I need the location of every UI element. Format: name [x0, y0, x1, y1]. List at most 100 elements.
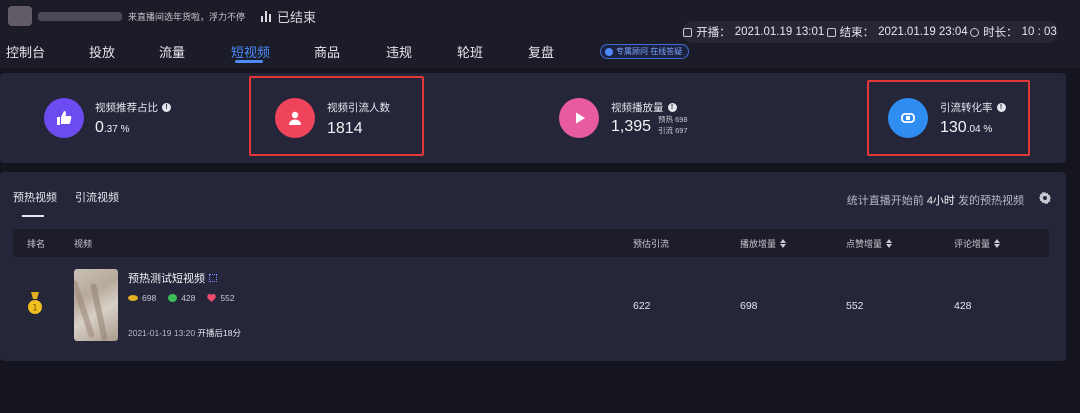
- comments-count: 428: [181, 293, 196, 303]
- start-time: 2021.01.19 13:01: [734, 26, 825, 38]
- clock-icon: [970, 27, 980, 37]
- top-bar: 来直播间选年货啦，浮力不停 已结束 开播： 2021.01.19 13:01 结束…: [0, 0, 1080, 68]
- avatar[interactable]: [8, 6, 32, 26]
- metric-recommend-ratio: 视频推荐占比! 0.37 %: [0, 73, 240, 163]
- start-time-segment: 开播： 2021.01.19 13:01: [683, 24, 824, 40]
- room-title: 来直播间选年货啦，浮力不停: [128, 11, 246, 22]
- metric-video-plays: 视频播放量! 1,395 预热 698 引流 697: [540, 73, 780, 163]
- consultant-label: 专属顾问 在线答疑: [616, 47, 683, 56]
- metric-title: 视频推荐占比!: [95, 100, 171, 115]
- likes-count: 552: [220, 293, 235, 303]
- tab-shifts[interactable]: 轮班: [457, 42, 483, 61]
- column-header-play-increase[interactable]: 播放增量: [740, 237, 787, 250]
- tab-traffic[interactable]: 流量: [159, 42, 185, 61]
- consultant-icon: [605, 47, 613, 56]
- sort-icon[interactable]: [994, 239, 1001, 248]
- info-icon[interactable]: !: [162, 103, 171, 112]
- column-label: 播放增量: [740, 239, 777, 249]
- stat-window: 4小时: [926, 195, 955, 207]
- sort-icon[interactable]: [780, 239, 787, 248]
- stat-scope-note: 统计直播开始前 4小时 发的预热视频: [847, 192, 1024, 208]
- tab-console[interactable]: 控制台: [6, 42, 45, 61]
- metric-title-text: 视频播放量: [611, 102, 664, 114]
- metric-sub-preheat: 预热 698: [658, 115, 688, 124]
- tab-review[interactable]: 复盘: [528, 42, 554, 61]
- column-header-comment-increase[interactable]: 评论增量: [954, 237, 1001, 250]
- column-label: 视频: [74, 239, 93, 249]
- active-tab-indicator: [235, 60, 263, 63]
- table-header: 排名 视频 预估引流 播放增量 点赞增量 评论增量: [13, 229, 1049, 257]
- info-icon[interactable]: !: [667, 103, 677, 112]
- metric-sub-traffic: 引流 697: [658, 126, 688, 135]
- metric-value-main: 0: [95, 119, 104, 136]
- live-status-label: 已结束: [277, 9, 317, 25]
- like-increase-value: 552: [846, 300, 864, 312]
- video-title-text: 预热测试短视频: [128, 273, 205, 285]
- thumbs-up-icon: [44, 98, 84, 138]
- column-header-video: 视频: [74, 237, 92, 250]
- calendar-icon: [826, 27, 836, 37]
- duration-value: 10 : 03: [1021, 26, 1057, 38]
- column-label: 评论增量: [954, 239, 991, 249]
- highlight-box-conversion-rate: [867, 80, 1030, 156]
- metric-value: 0.37 %: [95, 119, 129, 137]
- metric-title-text: 视频推荐占比: [95, 102, 158, 114]
- comment-increase-value: 428: [954, 300, 972, 312]
- sort-icon[interactable]: [886, 239, 893, 248]
- column-header-rank: 排名: [27, 237, 45, 250]
- publish-time: 2021-01-19 13:20: [128, 328, 196, 338]
- tab-violations[interactable]: 违规: [386, 42, 412, 61]
- tab-short-video[interactable]: 短视频: [231, 42, 270, 61]
- play-icon: [559, 98, 599, 138]
- est-traffic-value: 622: [633, 300, 651, 312]
- column-header-est-traffic: 预估引流: [633, 237, 669, 250]
- views-stat: 698: [128, 293, 156, 303]
- likes-stat: 552: [207, 293, 235, 303]
- publish-info: 2021-01-19 13:20 开播后18分: [128, 327, 241, 339]
- metric-sub-breakdown: 预热 698 引流 697: [658, 114, 688, 136]
- metric-value-main: 1,395: [611, 118, 652, 135]
- views-count: 698: [142, 293, 157, 303]
- column-label: 排名: [27, 239, 46, 249]
- main-nav: 控制台 投放 流量 短视频 商品 违规 轮班 复盘: [0, 42, 700, 62]
- video-thumbnail[interactable]: [74, 269, 118, 341]
- live-status: 已结束: [261, 7, 316, 26]
- video-title[interactable]: 预热测试短视频: [128, 270, 217, 286]
- gold-medal-icon: 1: [28, 292, 42, 314]
- tab-ads[interactable]: 投放: [89, 42, 115, 61]
- metrics-panel: 视频推荐占比! 0.37 % 视频引流人数 1814 视频播放量! 1,395 …: [0, 73, 1066, 163]
- comments-stat: 428: [168, 293, 195, 303]
- consultant-button[interactable]: 专属顾问 在线答疑: [600, 44, 690, 59]
- tab-traffic-video[interactable]: 引流视频: [75, 189, 119, 205]
- duration-segment: 时长： 10 : 03: [970, 24, 1057, 40]
- tab-products[interactable]: 商品: [314, 42, 340, 61]
- metric-value-decimal: .37 %: [103, 124, 130, 135]
- qr-code-icon[interactable]: [209, 274, 217, 282]
- calendar-icon: [683, 27, 693, 37]
- end-label: 结束：: [839, 27, 875, 39]
- tab-preheat-video[interactable]: 预热视频: [13, 189, 57, 205]
- start-label: 开播：: [696, 27, 731, 39]
- end-time-segment: 结束： 2021.01.19 23:04: [826, 24, 968, 40]
- column-label: 预估引流: [633, 239, 670, 249]
- end-time: 2021.01.19 23:04: [878, 26, 968, 38]
- bar-chart-icon: [261, 10, 272, 22]
- publish-note: 开播后18分: [197, 328, 241, 338]
- videos-panel: 预热视频 引流视频 统计直播开始前 4小时 发的预热视频 排名 视频 预估引流 …: [0, 172, 1066, 361]
- rank-number: 1: [32, 304, 38, 314]
- eye-icon: [128, 295, 138, 301]
- duration-label: 时长：: [983, 27, 1018, 39]
- table-row[interactable]: 1 预热测试短视频 698 428 552 2021-01-19 13:20 开…: [13, 257, 1049, 357]
- stat-prefix: 统计直播开始前: [846, 195, 924, 207]
- streamer-info: 来直播间选年货啦，浮力不停 已结束: [8, 6, 316, 26]
- blurred-streamer-name: [38, 11, 122, 21]
- comment-icon: [168, 294, 178, 302]
- highlight-box-traffic-users: [249, 76, 424, 156]
- metric-title: 视频播放量!: [611, 100, 677, 115]
- gear-icon[interactable]: [1038, 191, 1052, 205]
- video-stats: 698 428 552: [128, 293, 235, 303]
- metric-value: 1,395: [611, 118, 651, 136]
- active-tab-indicator: [22, 215, 44, 217]
- live-time-summary: 开播： 2021.01.19 13:01 结束： 2021.01.19 23:04 …: [682, 21, 1058, 43]
- column-header-like-increase[interactable]: 点赞增量: [846, 237, 893, 250]
